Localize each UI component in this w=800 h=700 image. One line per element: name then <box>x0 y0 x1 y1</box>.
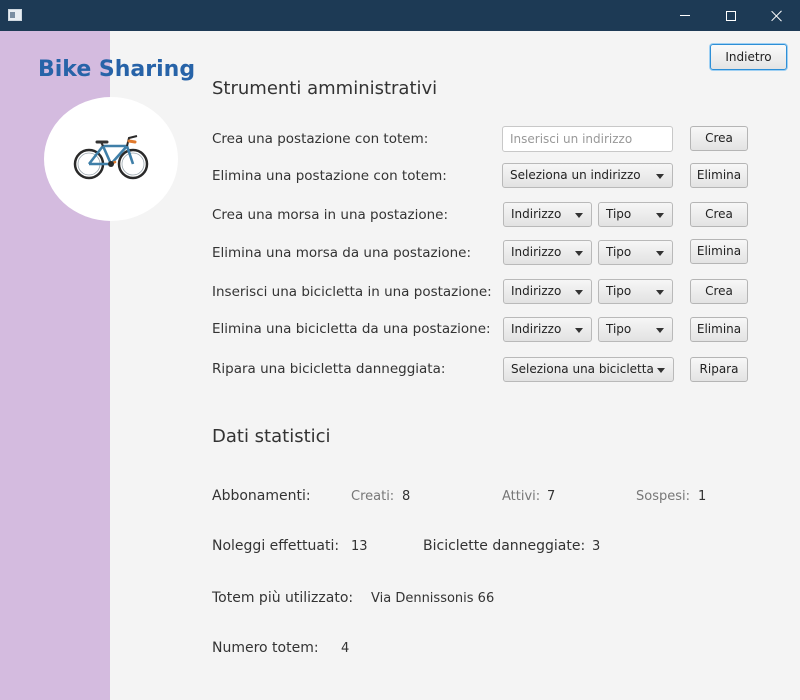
delete-station-address-value: Seleziona un indirizzo <box>510 168 641 182</box>
repair-bike-select[interactable]: Seleziona una bicicletta <box>503 357 674 382</box>
subscriptions-active-label: Attivi: <box>502 489 541 504</box>
delete-bike-button[interactable]: Elimina <box>690 317 748 342</box>
create-dock-type-value: Tipo <box>606 207 632 221</box>
address-input[interactable]: Inserisci un indirizzo <box>502 126 673 152</box>
chevron-down-icon <box>575 213 583 218</box>
insert-bike-type-value: Tipo <box>606 284 632 298</box>
damaged-bikes-value: 3 <box>592 539 601 554</box>
delete-bike-address-select[interactable]: Indirizzo <box>503 317 592 342</box>
chevron-down-icon <box>575 290 583 295</box>
create-station-button[interactable]: Crea <box>690 126 748 151</box>
top-totem-value: Via Dennissonis 66 <box>371 591 495 606</box>
bicycle-icon <box>73 135 149 180</box>
chevron-down-icon <box>656 328 664 333</box>
chevron-down-icon <box>657 368 665 373</box>
logo-badge <box>44 97 178 221</box>
delete-station-label: Elimina una postazione con totem: <box>212 168 447 184</box>
admin-section-title: Strumenti amministrativi <box>212 78 438 99</box>
close-icon <box>771 10 783 22</box>
app-brand: Bike Sharing <box>38 57 196 82</box>
chevron-down-icon <box>656 174 664 179</box>
insert-bike-address-value: Indirizzo <box>511 284 562 298</box>
delete-dock-button[interactable]: Elimina <box>690 239 748 264</box>
rentals-label: Noleggi effettuati: <box>212 538 340 554</box>
delete-station-button[interactable]: Elimina <box>690 163 748 188</box>
chevron-down-icon <box>656 251 664 256</box>
delete-dock-type-select[interactable]: Tipo <box>598 240 673 265</box>
chevron-down-icon <box>575 328 583 333</box>
window-titlebar <box>0 0 800 31</box>
delete-dock-address-select[interactable]: Indirizzo <box>503 240 592 265</box>
create-dock-address-select[interactable]: Indirizzo <box>503 202 592 227</box>
create-station-label: Crea una postazione con totem: <box>212 131 429 147</box>
create-dock-label: Crea una morsa in una postazione: <box>212 207 448 223</box>
delete-bike-type-select[interactable]: Tipo <box>598 317 673 342</box>
insert-bike-button[interactable]: Crea <box>690 279 748 304</box>
insert-bike-type-select[interactable]: Tipo <box>598 279 673 304</box>
repair-bike-label: Ripara una bicicletta danneggiata: <box>212 361 446 377</box>
subscriptions-active-value: 7 <box>547 489 556 504</box>
maximize-icon <box>726 10 736 21</box>
back-button[interactable]: Indietro <box>710 44 787 70</box>
close-button[interactable] <box>754 0 800 31</box>
repair-bike-value: Seleziona una bicicletta <box>511 362 654 376</box>
subscriptions-label: Abbonamenti: <box>212 488 311 504</box>
delete-bike-type-value: Tipo <box>606 322 632 336</box>
create-dock-button[interactable]: Crea <box>690 202 748 227</box>
insert-bike-address-select[interactable]: Indirizzo <box>503 279 592 304</box>
top-totem-label: Totem più utilizzato: <box>212 590 354 606</box>
delete-bike-label: Elimina una bicicletta da una postazione… <box>212 321 491 337</box>
totem-count-label: Numero totem: <box>212 640 319 656</box>
insert-bike-label: Inserisci una bicicletta in una postazio… <box>212 284 492 300</box>
delete-bike-address-value: Indirizzo <box>511 322 562 336</box>
subscriptions-created-label: Creati: <box>351 489 395 504</box>
subscriptions-created-value: 8 <box>402 489 411 504</box>
subscriptions-suspended-label: Sospesi: <box>636 489 690 504</box>
delete-dock-label: Elimina una morsa da una postazione: <box>212 245 472 261</box>
subscriptions-suspended-value: 1 <box>698 489 707 504</box>
totem-count-value: 4 <box>341 641 350 656</box>
chevron-down-icon <box>656 290 664 295</box>
damaged-bikes-label: Biciclette danneggiate: <box>423 538 586 554</box>
minimize-button[interactable] <box>662 0 708 31</box>
chevron-down-icon <box>656 213 664 218</box>
stats-section-title: Dati statistici <box>212 426 331 447</box>
delete-station-address-select[interactable]: Seleziona un indirizzo <box>502 163 673 188</box>
window-app-icon <box>8 9 22 21</box>
repair-bike-button[interactable]: Ripara <box>690 357 748 382</box>
create-dock-type-select[interactable]: Tipo <box>598 202 673 227</box>
rentals-value: 13 <box>351 539 368 554</box>
maximize-button[interactable] <box>708 0 754 31</box>
chevron-down-icon <box>575 251 583 256</box>
delete-dock-type-value: Tipo <box>606 245 632 259</box>
create-dock-address-value: Indirizzo <box>511 207 562 221</box>
delete-dock-address-value: Indirizzo <box>511 245 562 259</box>
minimize-icon <box>680 15 690 16</box>
